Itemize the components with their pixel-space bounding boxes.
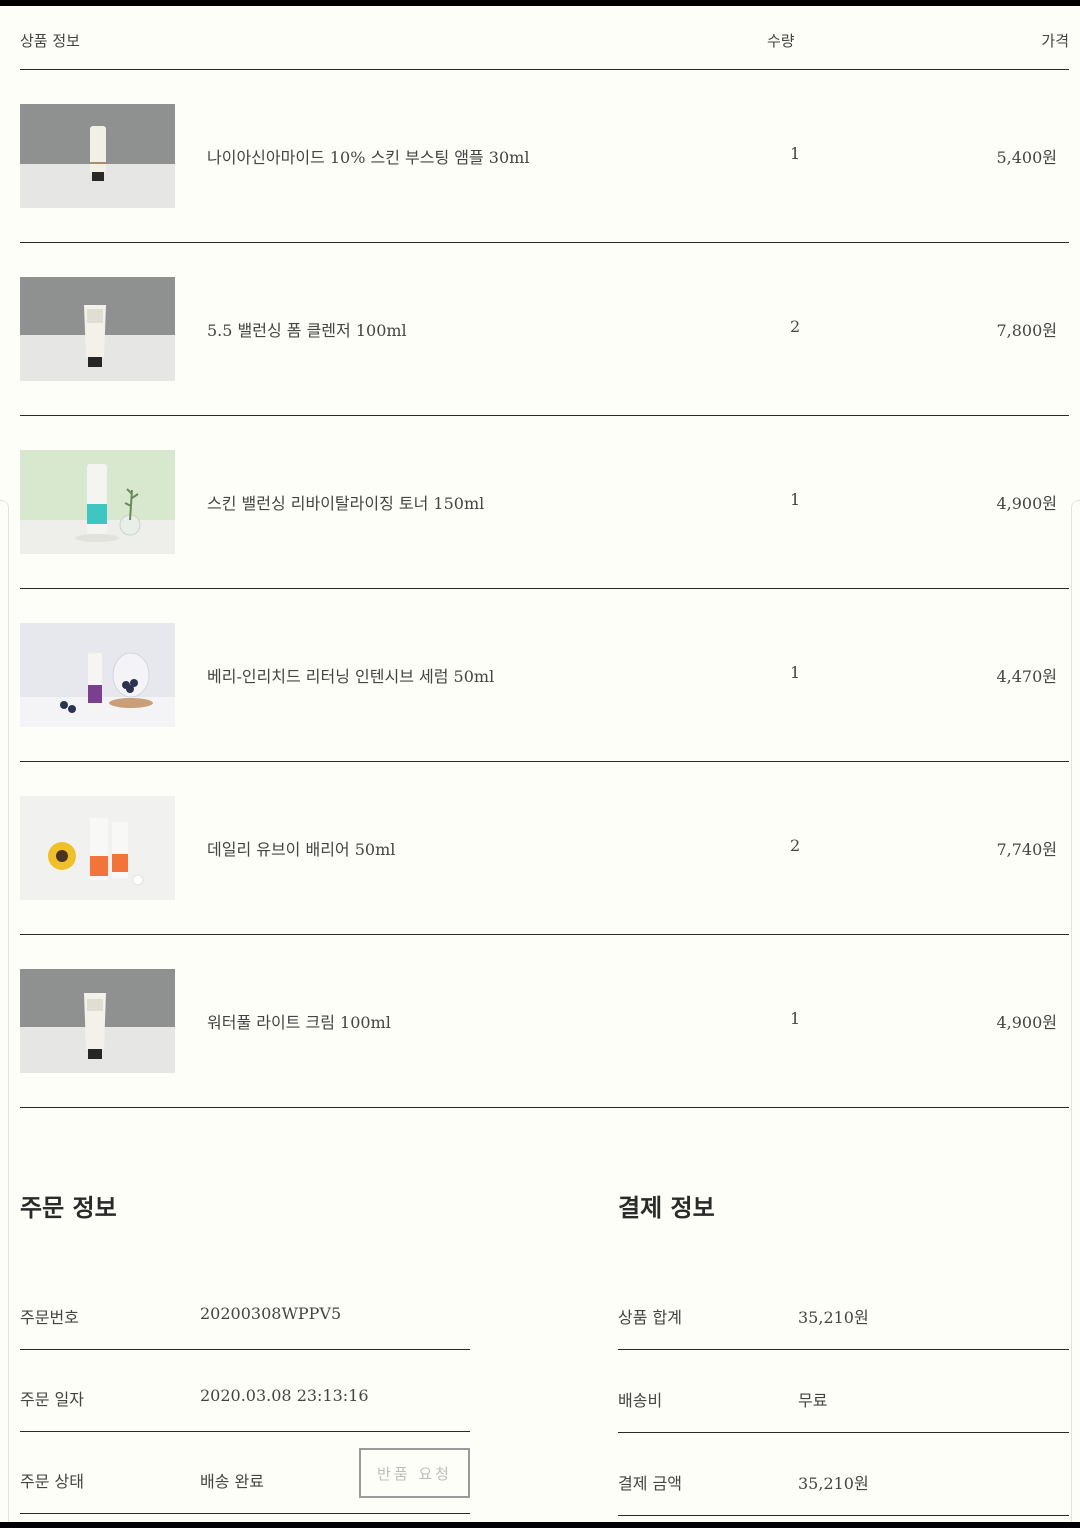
header-price: 가격 [1041,32,1069,50]
product-thumbnail[interactable] [20,623,175,727]
product-table-header: 상품 정보 수량 가격 [20,6,1069,70]
order-number-value: 20200308WPPV5 [200,1304,342,1323]
shipping-value: 무료 [798,1391,828,1410]
product-thumbnail[interactable] [20,796,175,900]
product-name[interactable]: 스킨 밸런싱 리바이탈라이징 토너 150ml [207,490,484,514]
product-name[interactable]: 나이아신아마이드 10% 스킨 부스팅 앰플 30ml [207,144,529,168]
order-date-row: 주문 일자 2020.03.08 23:13:16 [20,1349,470,1432]
product-row[interactable]: 나이아신아마이드 10% 스킨 부스팅 앰플 30ml 1 5,400원 [20,70,1069,243]
header-product-info: 상품 정보 [20,32,80,50]
total-label: 결제 금액 [618,1474,682,1493]
product-price: 4,470원 [996,667,1057,686]
product-row[interactable]: 스킨 밸런싱 리바이탈라이징 토너 150ml 1 4,900원 [20,416,1069,589]
product-row[interactable]: 데일리 유브이 배리어 50ml 2 7,740원 [20,762,1069,935]
product-quantity: 1 [790,144,801,163]
total-row: 결제 금액 35,210원 [618,1433,1069,1516]
subtotal-label: 상품 합계 [618,1308,682,1327]
product-thumbnail[interactable] [20,104,175,208]
order-number-row: 주문번호 20200308WPPV5 [20,1267,470,1350]
subtotal-row: 상품 합계 35,210원 [618,1267,1069,1350]
scroll-edge-left [0,500,9,1528]
product-price: 5,400원 [996,148,1057,167]
product-quantity: 2 [790,317,801,336]
order-number-label: 주문번호 [20,1308,79,1327]
order-status-row: 주문 상태 배송 완료 반품 요청 [20,1431,470,1514]
header-quantity: 수량 [767,32,795,50]
product-row[interactable]: 베리-인리치드 리터닝 인텐시브 세럼 50ml 1 4,470원 [20,589,1069,762]
product-name[interactable]: 워터풀 라이트 크림 100ml [207,1009,391,1033]
product-name[interactable]: 5.5 밸런싱 폼 클렌저 100ml [207,317,407,341]
order-date-value: 2020.03.08 23:13:16 [200,1386,369,1405]
product-quantity: 1 [790,1009,801,1028]
product-thumbnail[interactable] [20,450,175,554]
product-quantity: 1 [790,663,801,682]
scroll-edge-right [1071,500,1080,1528]
product-price: 4,900원 [996,494,1057,513]
product-price: 7,800원 [996,321,1057,340]
product-price: 7,740원 [996,840,1057,859]
payment-info-title: 결제 정보 [618,1193,715,1222]
return-request-button[interactable]: 반품 요청 [359,1448,470,1498]
total-value: 35,210원 [798,1474,869,1493]
product-thumbnail[interactable] [20,969,175,1073]
product-quantity: 2 [790,836,801,855]
navigation-bar [0,1522,1080,1528]
order-date-label: 주문 일자 [20,1390,84,1409]
product-thumbnail[interactable] [20,277,175,381]
product-name[interactable]: 데일리 유브이 배리어 50ml [207,836,395,860]
shipping-row: 배송비 무료 [618,1350,1069,1433]
order-status-label: 주문 상태 [20,1472,84,1491]
product-row[interactable]: 워터풀 라이트 크림 100ml 1 4,900원 [20,935,1069,1108]
order-info-title: 주문 정보 [20,1193,117,1222]
subtotal-value: 35,210원 [798,1308,869,1327]
product-row[interactable]: 5.5 밸런싱 폼 클렌저 100ml 2 7,800원 [20,243,1069,416]
product-name[interactable]: 베리-인리치드 리터닝 인텐시브 세럼 50ml [207,663,494,687]
order-status-value: 배송 완료 [200,1472,264,1491]
shipping-label: 배송비 [618,1391,663,1410]
product-quantity: 1 [790,490,801,509]
product-price: 4,900원 [996,1013,1057,1032]
